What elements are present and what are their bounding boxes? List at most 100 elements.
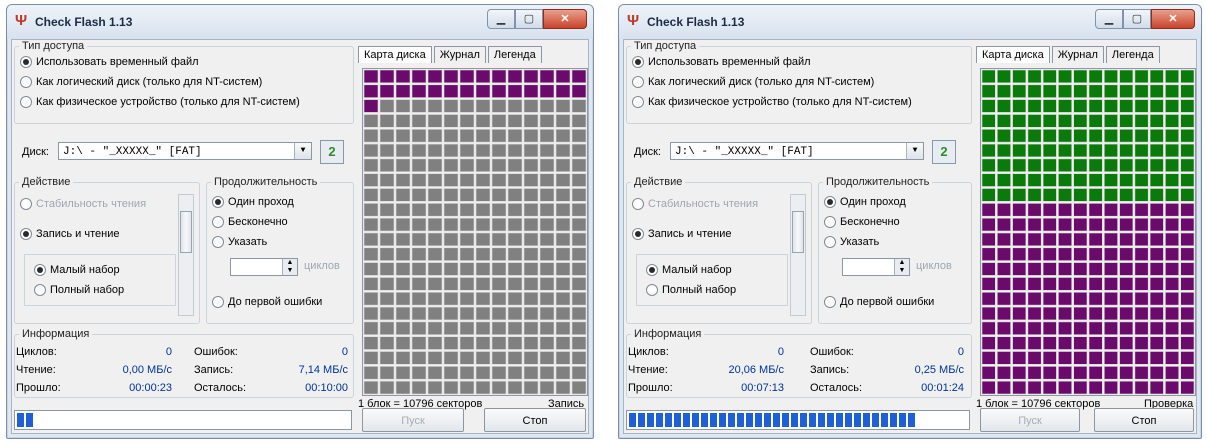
disk-block [459,128,475,143]
title-bar[interactable]: Ψ Check Flash 1.13 ▁ ▢ ✕ [7,5,593,39]
radio-icon[interactable] [646,284,658,296]
disk-block [507,292,523,306]
start-button[interactable]: Пуск [362,408,464,432]
tab-disk-map[interactable]: Карта диска [976,46,1050,63]
refresh-button[interactable]: 2 [932,140,956,164]
scrollbar-thumb[interactable] [180,211,192,253]
action-read-stability[interactable]: Стабильность чтения [632,198,758,210]
radio-icon[interactable] [632,76,644,88]
maximize-button[interactable]: ▢ [1123,9,1151,29]
radio-icon[interactable] [646,264,658,276]
disk-block [427,114,443,128]
radio-icon[interactable] [632,228,644,240]
small-set-option[interactable]: Малый набор [646,264,732,276]
close-button[interactable]: ✕ [1151,9,1195,29]
stop-button[interactable]: Стоп [484,408,586,432]
radio-icon[interactable] [824,216,836,228]
radio-icon[interactable] [824,236,836,248]
disk-block [523,203,539,217]
small-set-option[interactable]: Малый набор [34,264,120,276]
duration-until-error[interactable]: До первой ошибки [212,296,322,308]
full-set-option[interactable]: Полный набор [646,284,736,296]
access-option-physical[interactable]: Как физическое устройство (только для NT… [20,96,300,108]
action-write-read[interactable]: Запись и чтение [20,228,119,240]
duration-until-error[interactable]: До первой ошибки [824,296,934,308]
radio-icon[interactable] [20,76,32,88]
radio-icon[interactable] [632,56,644,68]
full-set-option[interactable]: Полный набор [34,284,124,296]
radio-icon[interactable] [20,228,32,240]
scrollbar-thumb[interactable] [792,211,804,253]
duration-one-pass[interactable]: Один проход [824,196,906,208]
disk-block [1104,173,1118,187]
disk-block [1088,366,1103,380]
disk-block [1088,232,1103,247]
chevron-down-icon[interactable]: ▼ [906,143,923,159]
tab-disk-map[interactable]: Карта диска [358,46,432,63]
action-scrollbar[interactable] [790,194,806,316]
disk-block [996,277,1011,291]
close-button[interactable]: ✕ [543,9,587,29]
radio-icon[interactable] [824,296,836,308]
radio-icon[interactable] [212,296,224,308]
disk-block [1134,173,1149,187]
disk-select[interactable]: J:\ - "_XXXXX_" [FAT] ▼ [58,142,312,160]
disk-block [981,336,996,350]
action-scrollbar[interactable] [178,194,194,316]
access-option-physical[interactable]: Как физическое устройство (только для NT… [632,96,912,108]
duration-specify[interactable]: Указать [212,236,267,248]
disk-block [443,158,459,173]
access-option-temp-file[interactable]: Использовать временный файл [20,56,199,68]
tab-journal[interactable]: Журнал [1051,46,1104,63]
access-option-temp-file[interactable]: Использовать временный файл [632,56,811,68]
spin-arrows-icon[interactable]: ▲ ▼ [894,259,909,275]
disk-block [539,292,555,306]
disk-select[interactable]: J:\ - "_XXXXX_" [FAT] ▼ [670,142,924,160]
radio-icon[interactable] [20,96,32,108]
disk-block [1165,143,1179,158]
duration-specify[interactable]: Указать [824,236,879,248]
disk-block [363,336,379,350]
minimize-button[interactable]: ▁ [487,9,515,29]
disk-block [475,336,491,350]
radio-icon[interactable] [20,56,32,68]
cycles-spinner[interactable]: ▲ ▼ [842,258,910,276]
remaining-label: Осталось: [194,382,247,394]
radio-icon[interactable] [212,216,224,228]
tab-legend[interactable]: Легенда [487,46,542,63]
title-bar[interactable]: Ψ Check Flash 1.13 ▁ ▢ ✕ [619,5,1201,39]
radio-icon[interactable] [632,198,644,210]
disk-block [1058,84,1073,98]
spin-arrows-icon[interactable]: ▲ ▼ [282,259,297,275]
radio-icon[interactable] [632,96,644,108]
disk-block [1134,321,1149,335]
disk-block [523,380,539,395]
duration-infinite[interactable]: Бесконечно [212,216,288,228]
access-option-logical[interactable]: Как логический диск (только для NT-систе… [632,76,874,88]
duration-one-pass[interactable]: Один проход [212,196,294,208]
disk-block [395,351,411,365]
disk-block [1165,128,1179,143]
tab-journal[interactable]: Журнал [433,46,486,63]
duration-infinite[interactable]: Бесконечно [824,216,900,228]
action-write-read[interactable]: Запись и чтение [632,228,731,240]
tab-legend[interactable]: Легенда [1105,46,1160,63]
radio-icon[interactable] [212,196,224,208]
write-read-subgroup [24,254,176,306]
refresh-button[interactable]: 2 [320,140,344,164]
chevron-down-icon[interactable]: ▼ [294,143,311,159]
stop-button[interactable]: Стоп [1094,408,1194,432]
start-button[interactable]: Пуск [980,408,1080,432]
minimize-button[interactable]: ▁ [1095,9,1123,29]
disk-block [996,306,1011,321]
radio-icon[interactable] [34,264,46,276]
access-option-logical[interactable]: Как логический диск (только для NT-систе… [20,76,262,88]
maximize-button[interactable]: ▢ [515,9,543,29]
radio-icon[interactable] [20,198,32,210]
action-read-stability[interactable]: Стабильность чтения [20,198,146,210]
cycles-spinner[interactable]: ▲ ▼ [230,258,298,276]
radio-icon[interactable] [34,284,46,296]
radio-icon[interactable] [824,196,836,208]
disk-block [1165,336,1179,350]
radio-icon[interactable] [212,236,224,248]
